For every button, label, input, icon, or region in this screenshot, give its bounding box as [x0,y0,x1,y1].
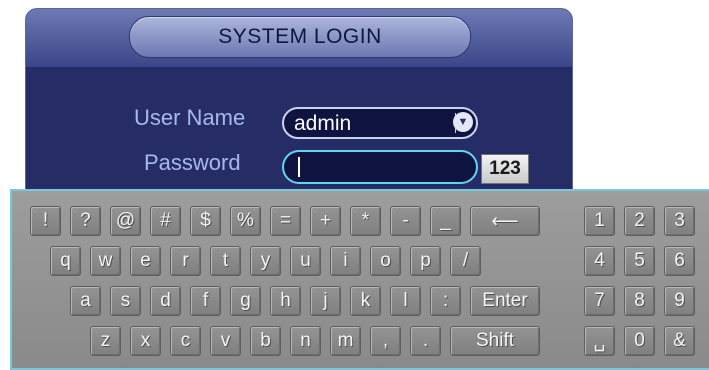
key-n[interactable]: n [290,326,321,356]
key-u[interactable]: u [290,246,321,276]
user-name-dropdown[interactable]: admin ▼ [282,107,478,139]
key-y[interactable]: y [250,246,281,276]
key-2[interactable]: 2 [624,206,655,236]
shift-key[interactable]: Shift [450,326,540,356]
key-0[interactable]: 0 [624,326,655,356]
space-key[interactable]: ␣ [584,326,615,356]
key-minus[interactable]: - [390,206,421,236]
key-z[interactable]: z [90,326,121,356]
key-v[interactable]: v [210,326,241,356]
key-i[interactable]: i [330,246,361,276]
chevron-down-icon[interactable]: ▼ [453,112,473,132]
key-asterisk[interactable]: * [350,206,381,236]
key-x[interactable]: x [130,326,161,356]
key-dollar[interactable]: $ [190,206,221,236]
key-j[interactable]: j [310,286,341,316]
key-t[interactable]: t [210,246,241,276]
key-q[interactable]: q [50,246,81,276]
input-mode-button[interactable]: 123 [481,154,529,184]
key-question[interactable]: ? [70,206,101,236]
key-equals[interactable]: = [270,206,301,236]
key-l[interactable]: l [390,286,421,316]
key-period[interactable]: . [410,326,441,356]
key-h[interactable]: h [270,286,301,316]
login-screen: SYSTEM LOGIN User Name admin ▼ Password … [0,0,709,370]
key-o[interactable]: o [370,246,401,276]
key-ampersand[interactable]: & [664,326,695,356]
dialog-title: SYSTEM LOGIN [129,16,471,58]
key-7[interactable]: 7 [584,286,615,316]
key-a[interactable]: a [70,286,101,316]
key-exclamation[interactable]: ! [30,206,61,236]
key-6[interactable]: 6 [664,246,695,276]
key-percent[interactable]: % [230,206,261,236]
password-field[interactable] [282,150,478,184]
key-plus[interactable]: + [310,206,341,236]
key-e[interactable]: e [130,246,161,276]
virtual-keyboard: ! ? @ # $ % = + * - _ ⟵ q w e r t y u i … [10,189,709,370]
key-hash[interactable]: # [150,206,181,236]
key-at[interactable]: @ [110,206,141,236]
key-r[interactable]: r [170,246,201,276]
key-d[interactable]: d [150,286,181,316]
key-1[interactable]: 1 [584,206,615,236]
key-c[interactable]: c [170,326,201,356]
key-slash[interactable]: / [450,246,481,276]
text-cursor [298,157,300,177]
backspace-key[interactable]: ⟵ [470,206,540,236]
key-8[interactable]: 8 [624,286,655,316]
key-9[interactable]: 9 [664,286,695,316]
key-k[interactable]: k [350,286,381,316]
key-4[interactable]: 4 [584,246,615,276]
password-label: Password [144,150,241,175]
user-name-value: admin [294,112,352,135]
enter-key[interactable]: Enter [470,286,540,316]
key-p[interactable]: p [410,246,441,276]
key-m[interactable]: m [330,326,361,356]
key-b[interactable]: b [250,326,281,356]
key-f[interactable]: f [190,286,221,316]
key-s[interactable]: s [110,286,141,316]
key-underscore[interactable]: _ [430,206,461,236]
dialog-header: SYSTEM LOGIN [26,9,572,68]
key-colon[interactable]: : [430,286,461,316]
user-name-label: User Name [134,105,246,130]
key-g[interactable]: g [230,286,261,316]
key-w[interactable]: w [90,246,121,276]
login-dialog: SYSTEM LOGIN User Name admin ▼ Password … [25,8,573,208]
key-3[interactable]: 3 [664,206,695,236]
key-comma[interactable]: , [370,326,401,356]
key-5[interactable]: 5 [624,246,655,276]
